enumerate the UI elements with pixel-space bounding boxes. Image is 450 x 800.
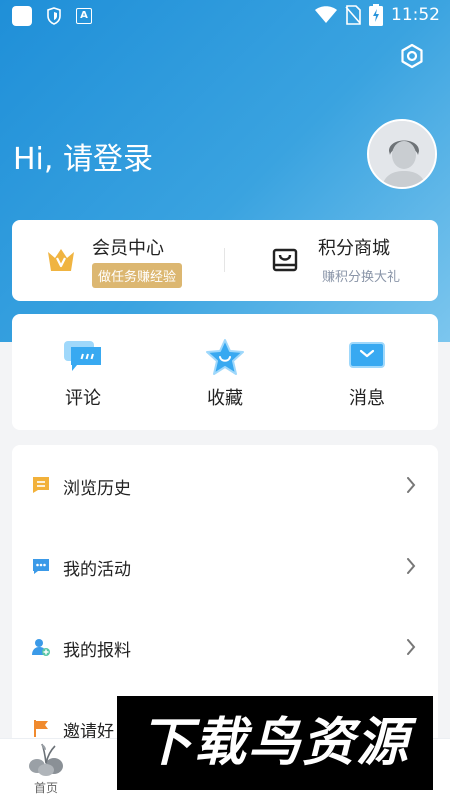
tab-home-label: 首页 <box>33 781 58 795</box>
shield-icon <box>47 7 61 25</box>
messages-label: 消息 <box>349 388 385 409</box>
history-icon <box>33 477 49 493</box>
list-item-browse-history[interactable]: 浏览历史 <box>12 445 438 526</box>
battery-charging-icon <box>369 4 383 26</box>
member-task-badge: 做任务赚经验 <box>92 263 183 288</box>
avatar[interactable] <box>367 119 437 189</box>
home-tab-icon <box>29 743 63 776</box>
member-card: 会员中心 做任务赚经验 积分商城 赚积分换大礼 <box>12 220 438 301</box>
a-icon: A <box>76 8 92 24</box>
app-icon <box>12 6 32 26</box>
report-icon <box>32 639 50 656</box>
member-center-button[interactable]: 会员中心 做任务赚经验 <box>12 220 224 301</box>
member-divider <box>224 248 225 272</box>
favorites-button[interactable]: 收藏 <box>154 314 296 430</box>
points-mall-title: 积分商城 <box>318 238 390 259</box>
favorites-label: 收藏 <box>207 388 243 409</box>
messages-button[interactable]: 消息 <box>296 314 438 430</box>
crown-icon <box>48 249 74 271</box>
settings-hexagon-icon <box>401 43 423 69</box>
no-sim-icon <box>345 5 361 25</box>
my-reports-label: 我的报料 <box>63 641 131 661</box>
star-icon <box>206 339 244 375</box>
list-item-my-activities[interactable]: 我的活动 <box>12 526 438 607</box>
chevron-right-icon <box>407 477 416 493</box>
watermark-banner: 下载鸟资源 <box>117 696 433 790</box>
comment-button[interactable]: 评论 <box>12 314 154 430</box>
chevron-right-icon <box>407 558 416 574</box>
comment-label: 评论 <box>65 388 101 409</box>
my-activities-label: 我的活动 <box>63 560 131 580</box>
tab-home[interactable]: 首页 <box>20 741 72 799</box>
status-time: 11:52 <box>391 5 440 25</box>
message-icon <box>349 342 385 368</box>
wifi-icon <box>315 6 337 23</box>
login-greeting[interactable]: Hi, 请登录 <box>13 134 153 178</box>
settings-button[interactable] <box>398 42 426 70</box>
activity-icon <box>33 559 49 574</box>
shopping-bag-icon <box>272 248 298 272</box>
list-item-my-reports[interactable]: 我的报料 <box>12 607 438 688</box>
points-mall-button[interactable]: 积分商城 赚积分换大礼 <box>226 220 438 301</box>
status-bar: A 11:52 <box>0 0 450 32</box>
flag-icon <box>34 720 48 737</box>
points-mall-subtitle: 赚积分换大礼 <box>322 270 401 285</box>
chevron-right-icon <box>407 639 416 655</box>
quick-actions-card: 评论 收藏 消息 <box>12 314 438 430</box>
browse-history-label: 浏览历史 <box>63 479 131 499</box>
member-center-title: 会员中心 <box>92 238 164 259</box>
comment-icon <box>64 341 101 371</box>
